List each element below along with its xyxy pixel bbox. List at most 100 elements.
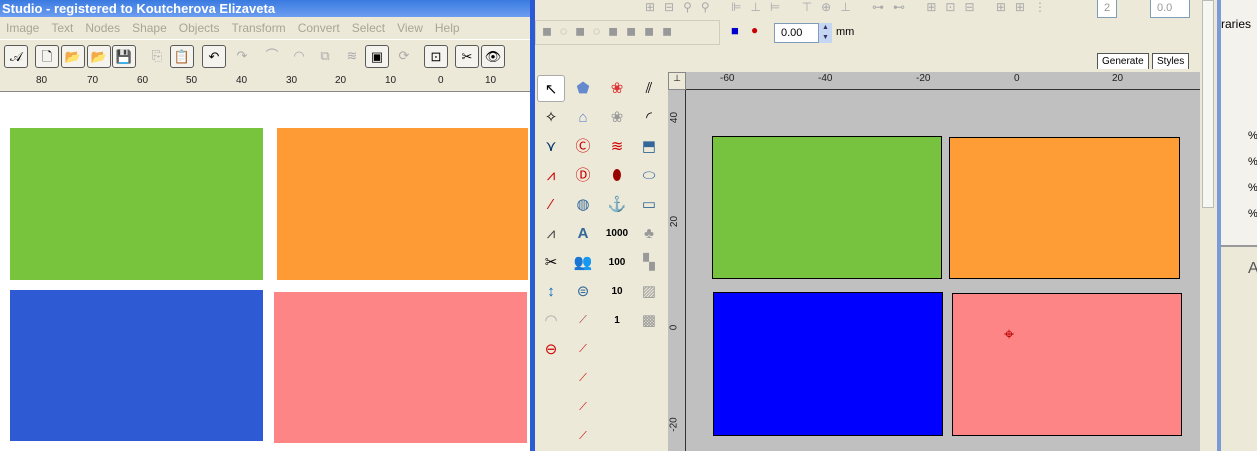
menu-nodes[interactable]: Nodes: [85, 21, 120, 35]
curve-icon[interactable]: ◜: [635, 104, 663, 131]
preview-icon[interactable]: ▣: [365, 45, 389, 68]
texture-3-icon[interactable]: ▨: [635, 278, 663, 305]
save-icon[interactable]: 💾: [112, 45, 136, 68]
crosshair-cursor-icon: ⌖: [1004, 324, 1015, 344]
arch-nodes-icon[interactable]: ⌂: [569, 104, 597, 131]
line-stitch-1-icon[interactable]: ⟋: [569, 307, 597, 334]
spin-field-2[interactable]: 0.0: [1150, 0, 1190, 18]
unit-label: mm: [836, 26, 855, 38]
frame-icon[interactable]: ⊡: [424, 45, 448, 68]
color-fill-icon[interactable]: ●: [751, 23, 758, 37]
texture-1-icon[interactable]: ♣: [635, 220, 663, 247]
spool-icon[interactable]: ⬮: [603, 162, 631, 189]
shape-nodes-icon[interactable]: ⬟: [569, 75, 597, 102]
blue-rectangle[interactable]: [10, 290, 263, 441]
design-canvas[interactable]: ⌖: [686, 90, 1200, 451]
text-tool-icon[interactable]: 𝒜: [4, 45, 28, 68]
menu-convert[interactable]: Convert: [298, 21, 340, 35]
line-stitch-2-icon[interactable]: ⟋: [569, 336, 597, 363]
envelope-nodes-icon[interactable]: ⊜: [569, 278, 597, 305]
scrollbar-thumb[interactable]: [1202, 0, 1214, 208]
copy-icon[interactable]: ⎘: [145, 45, 169, 68]
flowers-icon[interactable]: ❀: [603, 75, 631, 102]
orange-rectangle[interactable]: [277, 128, 528, 280]
text-a-icon[interactable]: A: [569, 220, 597, 247]
layer-icon[interactable]: ≋: [340, 45, 364, 68]
panel-letter: A: [1248, 260, 1257, 277]
zigzag-icon[interactable]: ≋: [603, 133, 631, 160]
menu-select[interactable]: Select: [352, 21, 385, 35]
height-icon[interactable]: ↕: [537, 278, 565, 305]
eye-stitch-icon[interactable]: 👁: [481, 45, 505, 68]
pink-rectangle[interactable]: [952, 293, 1182, 436]
menu-help[interactable]: Help: [435, 21, 460, 35]
spin-field[interactable]: 2: [1097, 0, 1117, 18]
blue-rectangle[interactable]: [713, 292, 943, 436]
texture-2-icon[interactable]: ▚: [635, 249, 663, 276]
stitch-node-icon[interactable]: ⩘: [537, 162, 565, 189]
refresh-icon[interactable]: ⟳: [392, 45, 416, 68]
people-icon[interactable]: 👥: [569, 249, 597, 276]
line-stitch-4-icon[interactable]: ⟋: [569, 394, 597, 421]
step-100[interactable]: 100: [603, 249, 631, 276]
scissors-icon[interactable]: ✂: [537, 249, 565, 276]
open-folder-icon[interactable]: 📂: [61, 45, 85, 68]
step-1[interactable]: 1: [603, 307, 631, 334]
node-tool-icon[interactable]: ⋎: [537, 133, 565, 160]
letter-c-icon[interactable]: Ⓒ: [569, 133, 597, 160]
orange-rectangle[interactable]: [949, 137, 1180, 279]
flowers-gray-icon[interactable]: ❀: [603, 104, 631, 131]
offset-spinner[interactable]: ▲ ▼: [819, 23, 832, 43]
clone-icon[interactable]: ⧉: [313, 45, 337, 68]
menu-text[interactable]: Text: [51, 21, 73, 35]
paste-icon[interactable]: 📋: [170, 45, 194, 68]
green-rectangle[interactable]: [10, 128, 263, 280]
rectangle-icon[interactable]: ▭: [635, 191, 663, 218]
rotate-icon[interactable]: ⊖: [537, 336, 565, 363]
align-icons[interactable]: ⊞⊟⚲⚲ ⊫⊥⊨ ⊤⊕⊥ ⊶⊷ ⊞⊡⊟ ⊞⊞⋮: [645, 0, 1055, 14]
undo-icon[interactable]: ↶: [202, 45, 226, 68]
line-stitch-3-icon[interactable]: ⟋: [569, 365, 597, 392]
stitch-cut-icon[interactable]: ⩘: [537, 220, 565, 247]
tab-generate[interactable]: Generate: [1097, 53, 1149, 69]
new-file-icon[interactable]: 🗋: [35, 45, 59, 68]
polygon-icon[interactable]: ⬒: [635, 133, 663, 160]
magic-select-icon[interactable]: ✧: [537, 104, 565, 131]
bezier-icon[interactable]: ⌒: [260, 45, 284, 68]
left-window: Studio - registered to Koutcherova Eliza…: [0, 0, 530, 451]
offset-input[interactable]: 0.00: [774, 23, 819, 43]
ruler-label: -20: [668, 417, 680, 432]
eye-cut-icon[interactable]: ✂: [455, 45, 479, 68]
open-folder-alt-icon[interactable]: 📂: [87, 45, 111, 68]
parallel-lines-icon[interactable]: ⫽: [635, 75, 663, 102]
letter-d-icon[interactable]: Ⓓ: [569, 162, 597, 189]
ruler-label: 20: [335, 75, 347, 86]
select-arrow-icon[interactable]: ↖: [537, 75, 565, 102]
anchor-icon[interactable]: ⚓: [603, 191, 631, 218]
offset-icons[interactable]: ◼◌◼◌◼◼◼◼: [542, 24, 680, 38]
envelope-icon[interactable]: ◍: [569, 191, 597, 218]
ruler-corner[interactable]: ⊥: [668, 72, 686, 90]
ellipse-icon[interactable]: ⬭: [635, 162, 663, 189]
pink-rectangle[interactable]: [274, 292, 527, 443]
green-rectangle[interactable]: [712, 136, 942, 279]
step-1000[interactable]: 1000: [603, 220, 631, 247]
redo-icon[interactable]: ↷: [230, 45, 254, 68]
stitch-split-icon[interactable]: ⁄: [537, 191, 565, 218]
offset-toolbar: ◼◌◼◌◼◼◼◼ ■ ● 0.00 ▲ ▼ mm: [535, 20, 854, 45]
texture-4-icon[interactable]: ▩: [635, 307, 663, 334]
fan-icon[interactable]: ◠: [537, 307, 565, 334]
step-10[interactable]: 10: [603, 278, 631, 305]
menu-shape[interactable]: Shape: [132, 21, 167, 35]
window-title: Studio - registered to Koutcherova Eliza…: [0, 0, 530, 17]
color-shape-icon[interactable]: ■: [731, 23, 739, 38]
arc-icon[interactable]: ◠: [287, 45, 311, 68]
menu-image[interactable]: Image: [6, 21, 39, 35]
menu-view[interactable]: View: [397, 21, 423, 35]
line-stitch-5-icon[interactable]: ⟋: [569, 423, 597, 450]
tab-styles[interactable]: Styles: [1152, 53, 1190, 69]
vertical-scrollbar[interactable]: [1200, 0, 1217, 451]
menu-transform[interactable]: Transform: [231, 21, 285, 35]
tool-palette: ↖ ✧ ⋎ ⩘ ⁄ ⩘ ✂ ↕ ◠ ⊖ ⬟ ⌂ Ⓒ Ⓓ ◍ A 👥 ⊜ ⟋ ⟋ …: [535, 72, 665, 451]
menu-objects[interactable]: Objects: [179, 21, 220, 35]
